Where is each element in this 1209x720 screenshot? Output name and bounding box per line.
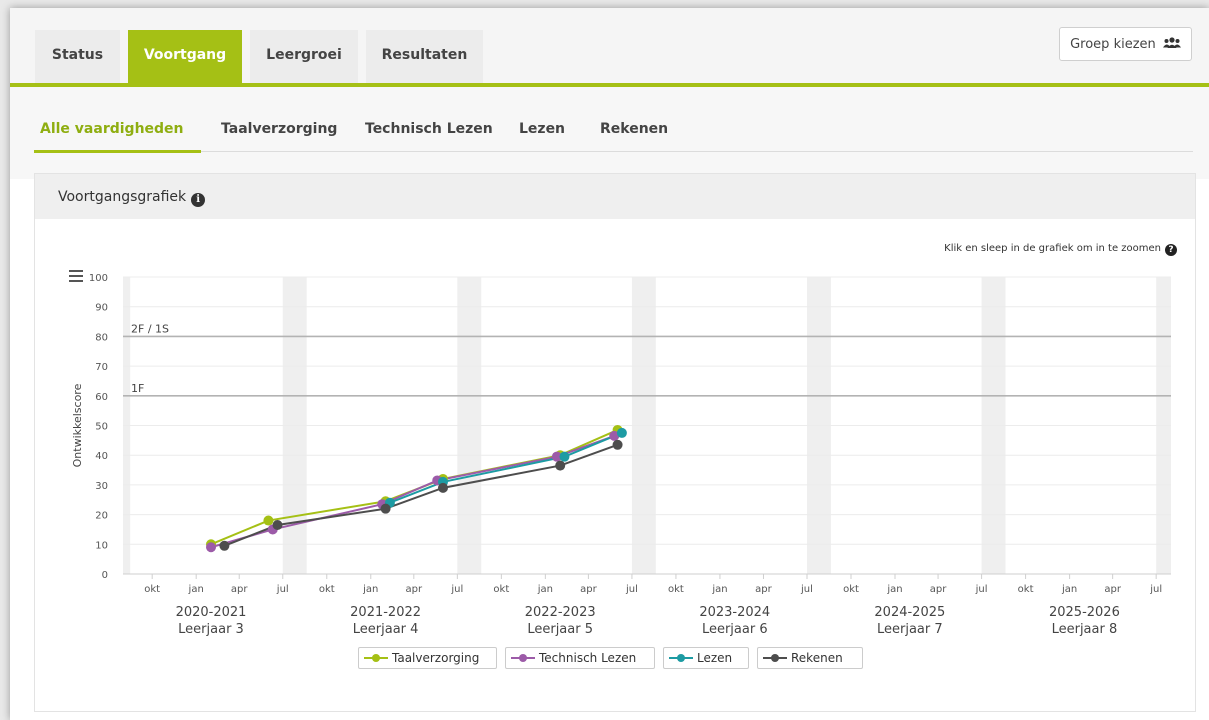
subtab-divider bbox=[34, 151, 1193, 152]
y-tick-label: 0 bbox=[102, 570, 108, 581]
zoom-hint: Klik en sleep in de grafiek om in te zoo… bbox=[944, 243, 1177, 256]
data-point bbox=[272, 519, 283, 530]
page: Status Voortgang Leergroei Resultaten Gr… bbox=[10, 8, 1209, 720]
school-year-label: 2024-2025 bbox=[874, 605, 945, 620]
legend-item[interactable]: Taalverzorging bbox=[358, 647, 497, 669]
subtab-technisch-lezen[interactable]: Technisch Lezen bbox=[365, 121, 493, 137]
school-year-label: 2025-2026 bbox=[1049, 605, 1120, 620]
data-point bbox=[437, 482, 448, 493]
active-subtab-indicator bbox=[34, 150, 201, 153]
x-tick-label: jan bbox=[537, 584, 553, 595]
subtab-alle-vaardigheden[interactable]: Alle vaardigheden bbox=[40, 121, 184, 137]
x-tick-label: okt bbox=[493, 584, 509, 595]
y-tick-label: 30 bbox=[95, 481, 108, 492]
grade-label: Leerjaar 5 bbox=[527, 622, 593, 637]
help-icon[interactable]: ? bbox=[1165, 244, 1177, 256]
legend-item[interactable]: Lezen bbox=[663, 647, 749, 669]
legend-item[interactable]: Technisch Lezen bbox=[505, 647, 655, 669]
y-tick-label: 10 bbox=[95, 540, 108, 551]
y-tick-label: 70 bbox=[95, 362, 108, 373]
x-tick-label: apr bbox=[231, 584, 248, 595]
x-tick-label: okt bbox=[319, 584, 335, 595]
y-tick-label: 20 bbox=[95, 511, 108, 522]
tab-status[interactable]: Status bbox=[35, 30, 120, 83]
x-tick-label: apr bbox=[406, 584, 423, 595]
x-tick-label: jul bbox=[800, 584, 813, 595]
x-tick-label: jan bbox=[188, 584, 204, 595]
grade-label: Leerjaar 3 bbox=[178, 622, 244, 637]
data-point bbox=[612, 439, 623, 450]
chart-menu-icon[interactable] bbox=[69, 270, 83, 285]
zoom-hint-text: Klik en sleep in de grafiek om in te zoo… bbox=[944, 243, 1161, 254]
legend-label: Lezen bbox=[697, 651, 733, 665]
x-tick-label: okt bbox=[1018, 584, 1034, 595]
x-tick-label: jul bbox=[450, 584, 463, 595]
school-year-label: 2020-2021 bbox=[176, 605, 247, 620]
y-axis-title: Ontwikkelscore bbox=[71, 383, 84, 467]
y-tick-label: 50 bbox=[95, 422, 108, 433]
grade-label: Leerjaar 7 bbox=[877, 622, 943, 637]
legend-marker bbox=[511, 653, 535, 663]
x-tick-label: jul bbox=[276, 584, 289, 595]
school-year-label: 2021-2022 bbox=[350, 605, 421, 620]
y-tick-label: 80 bbox=[95, 332, 108, 343]
x-tick-label: jul bbox=[625, 584, 638, 595]
x-tick-label: apr bbox=[930, 584, 947, 595]
x-tick-label: okt bbox=[668, 584, 684, 595]
subtab-taalverzorging[interactable]: Taalverzorging bbox=[221, 121, 337, 137]
x-tick-label: jan bbox=[1061, 584, 1077, 595]
x-tick-label: jan bbox=[362, 584, 378, 595]
legend-marker bbox=[763, 653, 787, 663]
legend-label: Technisch Lezen bbox=[539, 651, 637, 665]
legend-label: Rekenen bbox=[791, 651, 843, 665]
data-point bbox=[555, 460, 566, 471]
subtab-rekenen[interactable]: Rekenen bbox=[600, 121, 668, 137]
legend-label: Taalverzorging bbox=[392, 651, 480, 665]
x-tick-label: okt bbox=[843, 584, 859, 595]
legend-marker bbox=[364, 653, 388, 663]
data-point bbox=[559, 451, 570, 462]
tab-leergroei[interactable]: Leergroei bbox=[250, 30, 358, 83]
main-tab-bar: Status Voortgang Leergroei Resultaten Gr… bbox=[10, 8, 1209, 87]
data-point bbox=[616, 427, 627, 438]
grade-label: Leerjaar 4 bbox=[353, 622, 419, 637]
data-point bbox=[206, 542, 217, 553]
legend-marker bbox=[669, 653, 693, 663]
data-point bbox=[263, 515, 274, 526]
x-tick-label: jan bbox=[886, 584, 902, 595]
data-point bbox=[219, 540, 230, 551]
tab-voortgang[interactable]: Voortgang bbox=[128, 30, 242, 83]
x-tick-label: apr bbox=[580, 584, 597, 595]
y-tick-label: 60 bbox=[95, 392, 108, 403]
x-tick-label: jan bbox=[711, 584, 727, 595]
reference-line-label: 2F / 1S bbox=[131, 322, 169, 335]
reference-line-label: 1F bbox=[131, 382, 144, 395]
x-tick-label: apr bbox=[755, 584, 772, 595]
x-tick-label: apr bbox=[1104, 584, 1121, 595]
skill-tab-bar: Alle vaardigheden Taalverzorging Technis… bbox=[10, 87, 1209, 179]
y-tick-label: 100 bbox=[89, 273, 108, 284]
legend-item[interactable]: Rekenen bbox=[757, 647, 863, 669]
group-select-button[interactable]: Groep kiezen bbox=[1059, 27, 1192, 61]
y-tick-label: 40 bbox=[95, 451, 108, 462]
tab-resultaten[interactable]: Resultaten bbox=[366, 30, 483, 83]
school-year-label: 2023-2024 bbox=[699, 605, 770, 620]
y-tick-label: 90 bbox=[95, 303, 108, 314]
school-year-label: 2022-2023 bbox=[525, 605, 596, 620]
group-select-label: Groep kiezen bbox=[1070, 37, 1156, 52]
grade-label: Leerjaar 6 bbox=[702, 622, 768, 637]
x-tick-label: okt bbox=[144, 584, 160, 595]
data-point bbox=[380, 503, 391, 514]
x-tick-label: jul bbox=[1149, 584, 1162, 595]
progress-chart-panel: Voortgangsgrafiek i 0 10 20 30 40 50 60 70 80 90 10… bbox=[34, 173, 1196, 712]
users-icon bbox=[1162, 37, 1181, 48]
subtab-lezen[interactable]: Lezen bbox=[519, 121, 565, 137]
x-tick-label: jul bbox=[975, 584, 988, 595]
grade-label: Leerjaar 8 bbox=[1052, 622, 1118, 637]
